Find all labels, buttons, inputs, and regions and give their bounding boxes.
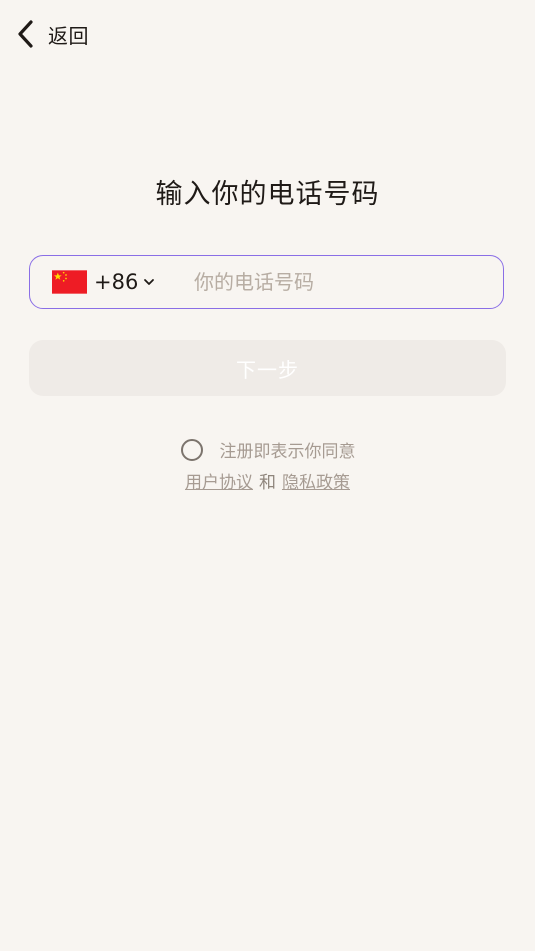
agreement-row: 注册即表示你同意 [0, 437, 535, 462]
china-flag-icon [52, 270, 87, 294]
country-code-selector[interactable]: +86 [52, 270, 188, 294]
back-label: 返回 [48, 23, 89, 48]
chevron-left-icon [18, 20, 33, 48]
agreement-links: 用户协议和隐私政策 [0, 468, 535, 493]
user-agreement-link[interactable]: 用户协议 [185, 473, 253, 493]
and-text: 和 [259, 473, 276, 493]
chevron-down-icon [144, 279, 155, 285]
agreement-radio[interactable] [180, 438, 203, 461]
page-title: 输入你的电话号码 [155, 179, 380, 210]
agreement-text: 注册即表示你同意 [219, 442, 356, 462]
back-button[interactable]: 返回 [16, 14, 89, 54]
phone-login-page: 返回 输入你的电话号码 +86 下一步 注册即表示你同意 用户协议和隐私政策 [0, 0, 535, 951]
phone-number-input[interactable] [194, 270, 474, 294]
next-step-button[interactable]: 下一步 [29, 340, 506, 396]
privacy-policy-link[interactable]: 隐私政策 [282, 473, 350, 493]
dial-code: +86 [94, 270, 139, 294]
phone-input-box: +86 [29, 255, 504, 309]
